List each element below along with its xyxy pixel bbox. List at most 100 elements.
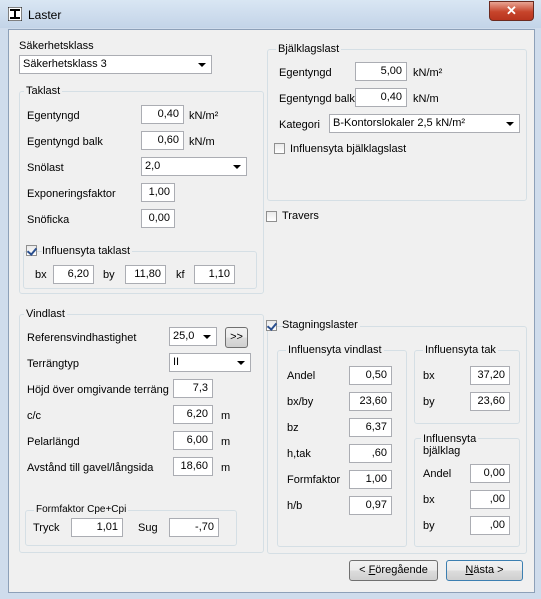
- previous-button[interactable]: < Föregående: [349, 560, 438, 581]
- travers-checkbox[interactable]: [266, 211, 277, 222]
- snoficka-input[interactable]: 0,00: [141, 209, 175, 228]
- bj-egentyngd-input[interactable]: 5,00: [355, 62, 407, 81]
- tak-egentyngd-balk-input[interactable]: 0,60: [141, 131, 184, 150]
- tak-egentyngd-balk-label: Egentyngd balk: [27, 136, 103, 148]
- kf-input[interactable]: 1,10: [194, 265, 235, 284]
- next-label: ästa >: [473, 564, 504, 576]
- bjalklagslast-title: Bjälklagslast: [276, 43, 342, 55]
- cc-input[interactable]: 6,20: [173, 405, 213, 424]
- influensyta-bjalklagslast-checkbox[interactable]: [274, 143, 285, 154]
- influensyta-taklast-checkbox[interactable]: [26, 245, 37, 256]
- influensyta-vindlast-title: Influensyta vindlast: [286, 344, 384, 356]
- influensyta-tak-group: Influensyta tak: [414, 344, 520, 424]
- pelarlangd-label: Pelarlängd: [27, 436, 80, 448]
- bj-egentyngd-balk-input[interactable]: 0,40: [355, 88, 407, 107]
- avstand-label: Avstånd till gavel/långsida: [27, 462, 154, 474]
- referens-dropdown[interactable]: 25,0: [169, 327, 217, 346]
- sug-input[interactable]: -,70: [169, 518, 219, 537]
- bjalklag-by-input[interactable]: ,00: [470, 516, 510, 535]
- kategori-dropdown[interactable]: B-Kontorslokaler 2,5 kN/m²: [329, 114, 520, 133]
- bj-egentyngd-unit: kN/m²: [413, 67, 443, 79]
- sakerhetsklass-label: Säkerhetsklass: [19, 40, 94, 52]
- bj-egentyngd-balk-unit: kN/m: [413, 93, 439, 105]
- pelarlangd-input[interactable]: 6,00: [173, 431, 213, 450]
- vind-formfaktor-label: Formfaktor: [287, 474, 341, 486]
- travers-label: Travers: [282, 210, 319, 222]
- chevron-down-icon: [237, 361, 245, 365]
- pelarlangd-unit: m: [221, 436, 231, 448]
- cc-label: c/c: [27, 410, 42, 422]
- influensyta-tak-title: Influensyta tak: [423, 344, 498, 356]
- next-button[interactable]: Nästa >: [446, 560, 523, 581]
- stag-tak-bx-input[interactable]: 37,20: [470, 366, 510, 385]
- stag-tak-by-input[interactable]: 23,60: [470, 392, 510, 411]
- referens-label: Referensvindhastighet: [27, 332, 137, 344]
- kategori-label: Kategori: [279, 119, 320, 131]
- bjalklag-by-label: by: [423, 520, 435, 532]
- close-icon: ✕: [506, 3, 517, 18]
- exponeringsfaktor-label: Exponeringsfaktor: [27, 188, 116, 200]
- tak-bx-label: bx: [35, 269, 47, 281]
- chevron-down-icon: [233, 165, 241, 169]
- stagningslaster-label: Stagningslaster: [282, 319, 360, 331]
- avstand-input[interactable]: 18,60: [173, 457, 213, 476]
- formfaktor-title: Formfaktor Cpe+Cpi: [34, 504, 129, 515]
- chevron-down-icon: [506, 122, 514, 126]
- vindlast-title: Vindlast: [24, 308, 67, 320]
- snolast-dropdown[interactable]: 2,0: [141, 157, 247, 176]
- dialog-client: Säkerhetsklass Säkerhetsklass 3 Taklast …: [8, 29, 535, 593]
- vind-bxby-label: bx/by: [287, 396, 314, 408]
- terrangtyp-value: II: [173, 356, 180, 368]
- vind-hb-label: h/b: [287, 500, 303, 512]
- influensyta-bjalklagslast-label: Influensyta bjälklagslast: [290, 143, 407, 155]
- vind-hb-input[interactable]: 0,97: [349, 496, 392, 515]
- tak-egentyngd-unit: kN/m²: [189, 110, 219, 122]
- taklast-title: Taklast: [24, 85, 63, 97]
- avstand-unit: m: [221, 462, 231, 474]
- tak-egentyngd-input[interactable]: 0,40: [141, 105, 184, 124]
- app-beam-icon: [8, 7, 22, 21]
- tak-egentyngd-label: Egentyngd: [27, 110, 80, 122]
- bjalklag-andel-label: Andel: [423, 468, 452, 480]
- stag-tak-by-label: by: [423, 396, 435, 408]
- tak-bx-input[interactable]: 6,20: [53, 265, 94, 284]
- tak-by-input[interactable]: 11,80: [125, 265, 166, 284]
- vind-bxby-input[interactable]: 23,60: [349, 392, 392, 411]
- chevron-down-icon: [203, 335, 211, 339]
- vind-andel-label: Andel: [287, 370, 316, 382]
- exponeringsfaktor-input[interactable]: 1,00: [141, 183, 175, 202]
- tak-egentyngd-balk-unit: kN/m: [189, 136, 215, 148]
- vind-formfaktor-input[interactable]: 1,00: [349, 470, 392, 489]
- sakerhetsklass-dropdown[interactable]: Säkerhetsklass 3: [19, 55, 212, 74]
- snolast-value: 2,0: [145, 160, 161, 172]
- chevron-down-icon: [198, 63, 206, 67]
- bjalklag-bx-label: bx: [423, 494, 435, 506]
- referens-value: 25,0: [173, 330, 195, 342]
- vind-htak-input[interactable]: ,60: [349, 444, 392, 463]
- vind-htak-label: h,tak: [287, 448, 311, 460]
- sug-label: Sug: [138, 522, 158, 534]
- stagningslaster-checkbox[interactable]: [266, 320, 277, 331]
- influensyta-taklast-label: Influensyta taklast: [42, 245, 133, 257]
- kategori-value: B-Kontorslokaler 2,5 kN/m²: [333, 117, 466, 129]
- terrangtyp-label: Terrängtyp: [27, 358, 79, 370]
- bjalklag-andel-input[interactable]: 0,00: [470, 464, 510, 483]
- snoficka-label: Snöficka: [27, 214, 70, 226]
- tryck-input[interactable]: 1,01: [71, 518, 123, 537]
- kf-label: kf: [176, 269, 185, 281]
- influensyta-bjalklag-title-line2: bjälklag: [423, 445, 461, 457]
- stag-tak-bx-label: bx: [423, 370, 435, 382]
- referens-more-button[interactable]: >>: [225, 327, 248, 348]
- tryck-label: Tryck: [33, 522, 60, 534]
- vind-andel-input[interactable]: 0,50: [349, 366, 392, 385]
- hojd-input[interactable]: 7,3: [173, 379, 213, 398]
- close-button[interactable]: ✕: [489, 1, 534, 21]
- snolast-label: Snölast: [27, 162, 64, 174]
- cc-unit: m: [221, 410, 231, 422]
- title-bar: Laster ✕: [0, 0, 541, 28]
- window-title: Laster: [28, 8, 62, 22]
- terrangtyp-dropdown[interactable]: II: [169, 353, 251, 372]
- tak-by-label: by: [103, 269, 115, 281]
- vind-bz-input[interactable]: 6,37: [349, 418, 392, 437]
- bjalklag-bx-input[interactable]: ,00: [470, 490, 510, 509]
